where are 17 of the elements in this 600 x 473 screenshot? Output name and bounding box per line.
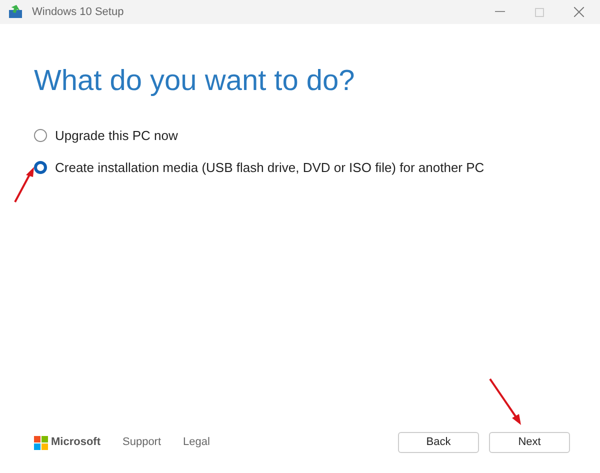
pointer-arrow <box>488 377 524 427</box>
option-label[interactable]: Create installation media (USB flash drive, DVD or ISO file) for another PC <box>55 158 484 178</box>
close-icon[interactable] <box>574 7 584 17</box>
radio-button[interactable] <box>34 161 47 174</box>
setup-app-icon <box>8 5 24 19</box>
nav-button[interactable]: Next <box>489 432 570 453</box>
brand-name: Microsoft <box>51 435 100 450</box>
nav-button[interactable]: Back <box>398 432 479 453</box>
microsoft-logo-icon <box>34 436 48 450</box>
footer-link[interactable]: Legal <box>183 434 210 451</box>
pointer-arrow <box>13 166 37 204</box>
window-title: Windows 10 Setup <box>32 4 124 20</box>
option-label[interactable]: Upgrade this PC now <box>55 126 178 145</box>
page-heading: What do you want to do? <box>34 64 356 99</box>
minimize-icon[interactable] <box>495 11 505 13</box>
footer-link[interactable]: Support <box>122 434 162 451</box>
radio-button[interactable] <box>34 128 47 142</box>
